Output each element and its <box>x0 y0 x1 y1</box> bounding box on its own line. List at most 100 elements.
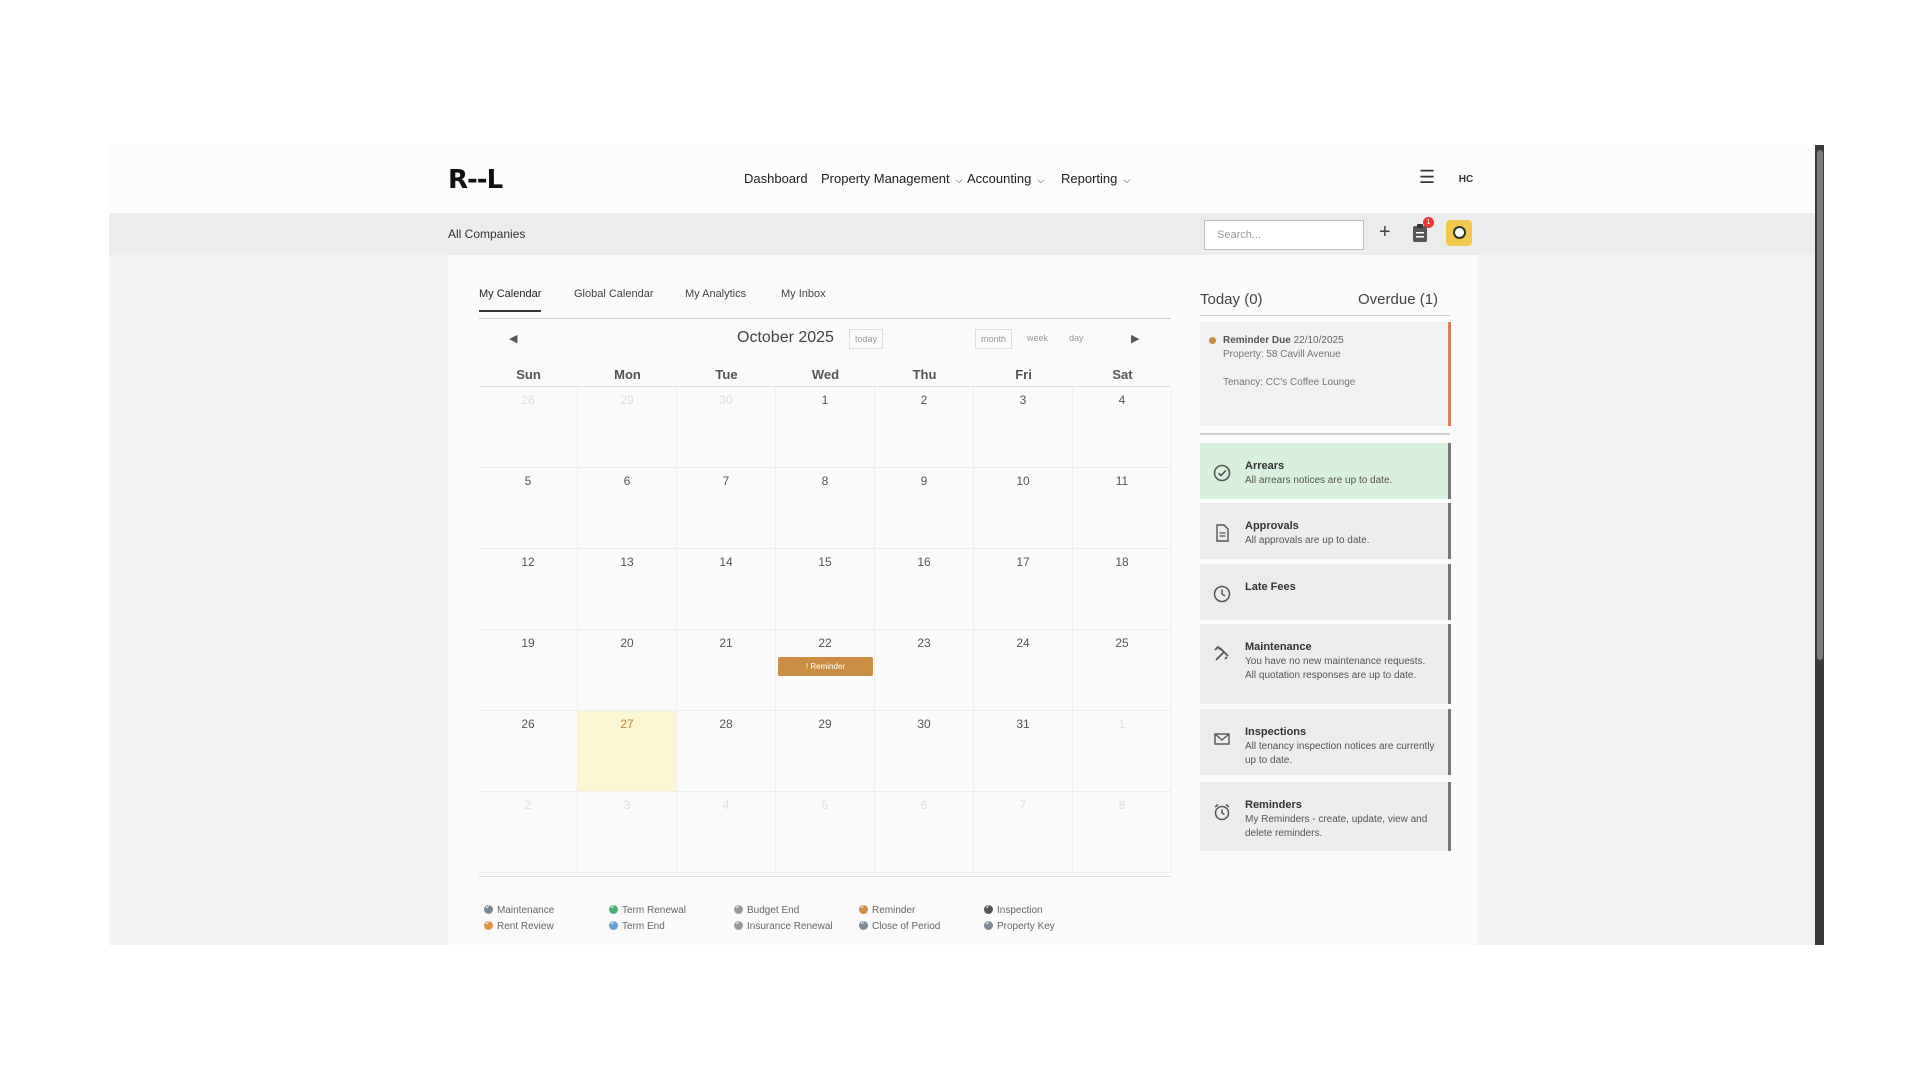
legend-item[interactable]: Reminder <box>859 905 915 916</box>
calendar-day[interactable]: 29 <box>578 387 677 468</box>
calendar-day-today[interactable]: 27 <box>578 711 677 792</box>
status-card-approvals[interactable]: Approvals All approvals are up to date. <box>1200 503 1451 559</box>
avatar[interactable] <box>1446 220 1472 246</box>
tab-global-calendar[interactable]: Global Calendar <box>574 288 654 310</box>
add-button[interactable]: + <box>1379 221 1391 244</box>
today-tab[interactable]: Today (0) <box>1200 291 1263 308</box>
day-number: 6 <box>623 474 631 488</box>
company-selector[interactable]: All Companies <box>448 227 525 241</box>
nav-dashboard[interactable]: Dashboard <box>744 171 808 186</box>
overdue-tab[interactable]: Overdue (1) <box>1358 291 1438 308</box>
legend-item[interactable]: Budget End <box>734 905 799 916</box>
view-week-button[interactable]: week <box>1022 329 1053 347</box>
calendar-day[interactable]: 26 <box>479 711 578 792</box>
calendar-day[interactable]: 5 <box>776 792 875 873</box>
calendar-day[interactable]: 12 <box>479 549 578 630</box>
status-card-maintenance[interactable]: Maintenance You have no new maintenance r… <box>1200 624 1451 704</box>
month-title: October 2025 <box>737 329 834 346</box>
calendar-day[interactable]: 25 <box>1073 630 1172 711</box>
calendar-day[interactable]: 10 <box>974 468 1073 549</box>
logo[interactable]: R--L <box>448 165 503 195</box>
scrollbar-thumb[interactable] <box>1817 150 1823 660</box>
prev-month-button[interactable]: ◀ <box>509 332 517 345</box>
calendar-day[interactable]: 2 <box>479 792 578 873</box>
calendar-day[interactable]: 8 <box>776 468 875 549</box>
nav-reporting[interactable]: Reporting ⌵ <box>1061 171 1130 186</box>
day-number: 3 <box>1019 393 1027 407</box>
calendar-day[interactable]: 4 <box>677 792 776 873</box>
calendar-day[interactable]: 6 <box>578 468 677 549</box>
status-card-inspections[interactable]: Inspections All tenancy inspection notice… <box>1200 709 1451 775</box>
sub-bar: All Companies + 1 <box>109 213 1824 255</box>
legend-item[interactable]: Term End <box>609 918 665 932</box>
calendar-day[interactable]: 29 <box>776 711 875 792</box>
status-card-reminders[interactable]: Reminders My Reminders - create, update, … <box>1200 782 1451 851</box>
calendar-day[interactable]: 7 <box>974 792 1073 873</box>
calendar-day[interactable]: 1 <box>776 387 875 468</box>
legend-item[interactable]: Maintenance <box>484 905 554 916</box>
day-number: 7 <box>722 474 730 488</box>
legend-item[interactable]: Property Key <box>984 918 1055 932</box>
panel-divider <box>1200 433 1450 435</box>
calendar-day[interactable]: 22 ! Reminder <box>776 630 875 711</box>
search-input[interactable] <box>1204 220 1364 250</box>
calendar-day[interactable]: 3 <box>974 387 1073 468</box>
calendar-day[interactable]: 23 <box>875 630 974 711</box>
user-initials[interactable]: HC <box>1454 168 1478 192</box>
calendar-day[interactable]: 28 <box>479 387 578 468</box>
legend-item[interactable]: Close of Period <box>859 918 940 932</box>
app-window: R--L Dashboard Property Management ⌵ Acco… <box>109 145 1824 945</box>
calendar-day[interactable]: 3 <box>578 792 677 873</box>
calendar-day[interactable]: 8 <box>1073 792 1172 873</box>
calendar-day[interactable]: 5 <box>479 468 578 549</box>
tab-my-inbox[interactable]: My Inbox <box>781 288 826 310</box>
today-button[interactable]: today <box>849 329 884 349</box>
calendar-day[interactable]: 21 <box>677 630 776 711</box>
nav-accounting[interactable]: Accounting ⌵ <box>967 171 1044 186</box>
legend-item[interactable]: Inspection <box>984 905 1043 916</box>
overdue-reminder-card[interactable]: Reminder Due 22/10/2025 Property: 58 Cav… <box>1200 322 1451 426</box>
day-number: 1 <box>1118 717 1126 731</box>
legend-check-icon <box>984 905 993 914</box>
calendar-day[interactable]: 30 <box>875 711 974 792</box>
legend-item[interactable]: Rent Review <box>484 918 554 932</box>
calendar-day[interactable]: 28 <box>677 711 776 792</box>
calendar-day[interactable]: 2 <box>875 387 974 468</box>
calendar-day[interactable]: 24 <box>974 630 1073 711</box>
calendar-day[interactable]: 4 <box>1073 387 1172 468</box>
document-icon <box>1212 523 1232 543</box>
calendar-day[interactable]: 14 <box>677 549 776 630</box>
status-card-title: Reminders <box>1245 799 1302 811</box>
calendar-day[interactable]: 20 <box>578 630 677 711</box>
day-number: 9 <box>920 474 928 488</box>
calendar-day[interactable]: 15 <box>776 549 875 630</box>
calendar-day[interactable]: 9 <box>875 468 974 549</box>
calendar-day[interactable]: 13 <box>578 549 677 630</box>
calendar-day[interactable]: 6 <box>875 792 974 873</box>
calendar-day[interactable]: 16 <box>875 549 974 630</box>
hamburger-menu-icon[interactable]: ☰ <box>1419 167 1435 188</box>
calendar-day[interactable]: 11 <box>1073 468 1172 549</box>
legend-item[interactable]: Insurance Renewal <box>734 918 833 932</box>
view-month-button[interactable]: month <box>975 329 1013 349</box>
status-card-arrears[interactable]: Arrears All arrears notices are up to dat… <box>1200 443 1451 499</box>
calendar-day[interactable]: 7 <box>677 468 776 549</box>
calendar-day[interactable]: 18 <box>1073 549 1172 630</box>
calendar-event-reminder[interactable]: ! Reminder <box>778 657 873 676</box>
legend-label: Inspection <box>997 905 1043 916</box>
calendar-day[interactable]: 1 <box>1073 711 1172 792</box>
legend-item[interactable]: Term Renewal <box>609 905 686 916</box>
status-card-late-fees[interactable]: Late Fees <box>1200 564 1451 620</box>
tab-my-analytics[interactable]: My Analytics <box>685 288 746 310</box>
view-day-button[interactable]: day <box>1064 329 1089 347</box>
nav-property-management-label: Property Management <box>821 171 950 186</box>
calendar-day[interactable]: 19 <box>479 630 578 711</box>
nav-property-management[interactable]: Property Management ⌵ <box>821 171 962 186</box>
tab-my-calendar[interactable]: My Calendar <box>479 288 542 312</box>
calendar-day[interactable]: 31 <box>974 711 1073 792</box>
calendar-day[interactable]: 17 <box>974 549 1073 630</box>
calendar-day[interactable]: 30 <box>677 387 776 468</box>
day-number: 30 <box>917 717 931 731</box>
next-month-button[interactable]: ▶ <box>1131 332 1139 345</box>
day-number: 5 <box>821 798 829 812</box>
